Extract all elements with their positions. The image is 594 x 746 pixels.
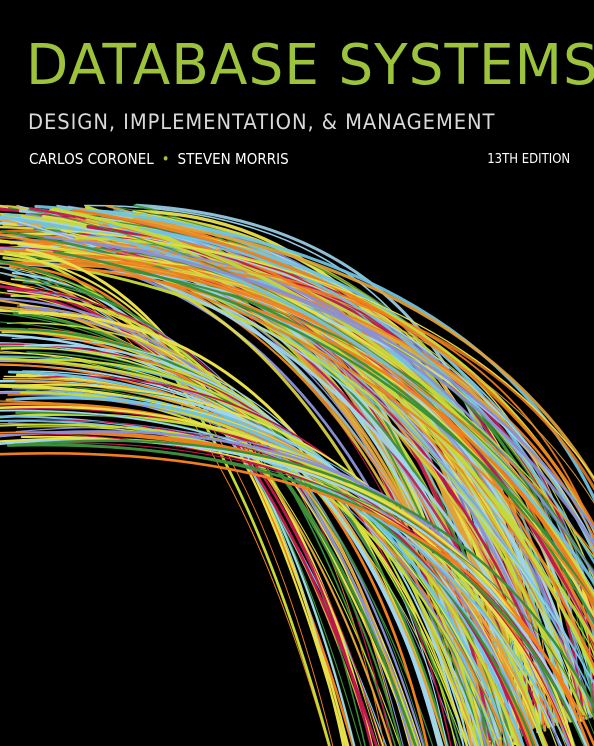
author-name-2: STEVEN MORRIS — [177, 150, 289, 168]
book-title: DATABASE SYSTEMS — [26, 33, 594, 98]
author-separator: • — [161, 150, 170, 168]
author-line: CARLOS CORONEL • STEVEN MORRIS — [29, 152, 289, 167]
edition-label: 13TH EDITION — [487, 152, 570, 167]
book-subtitle: DESIGN, IMPLEMENTATION, & MANAGEMENT — [28, 110, 496, 134]
author-name-1: CARLOS CORONEL — [29, 150, 154, 168]
book-cover: DATABASE SYSTEMS DESIGN, IMPLEMENTATION,… — [0, 0, 594, 746]
